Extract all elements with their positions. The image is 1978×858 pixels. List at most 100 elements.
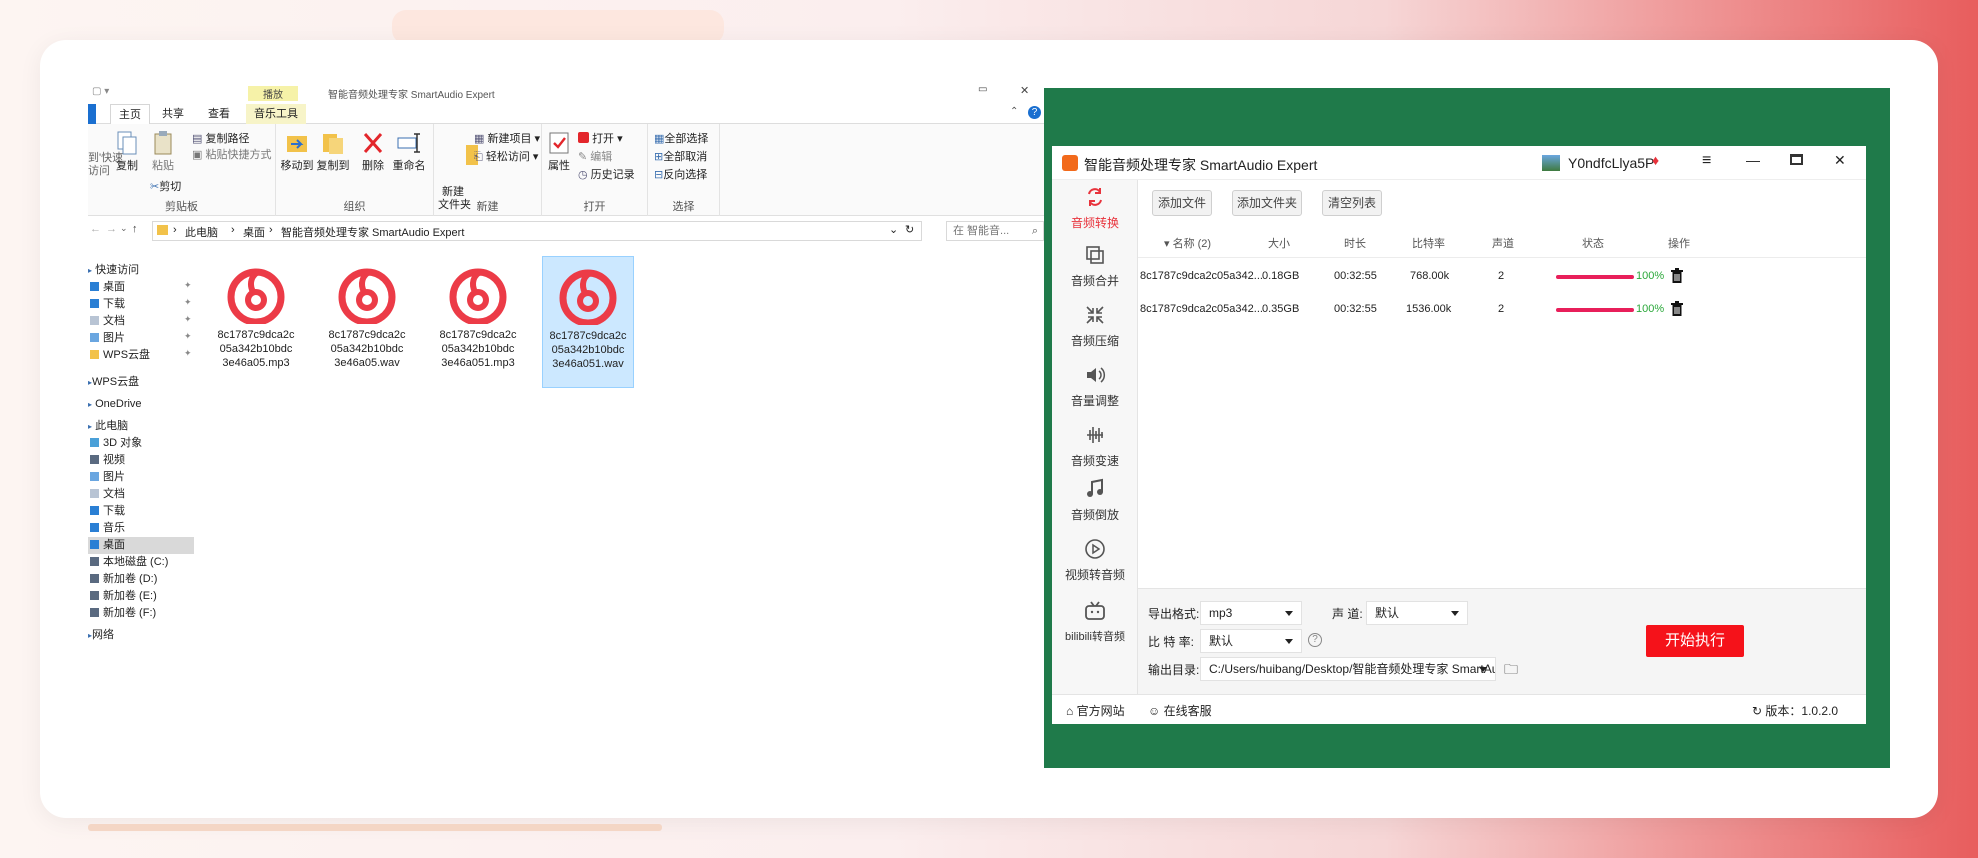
nav-item[interactable]: 图片 xyxy=(88,469,125,486)
search-input[interactable]: 在 智能音... ⌕ xyxy=(946,221,1044,241)
breadcrumb-arrow: › xyxy=(173,224,177,236)
up-arrow-icon[interactable]: ↑ xyxy=(132,223,138,235)
pin-quick-access-button[interactable]: 到'快速 访问 xyxy=(88,152,123,178)
vip-diamond-icon[interactable]: ♦ xyxy=(1652,152,1659,168)
file-item[interactable]: 8c1787c9dca2c 05a342b10bdc 3e46a051.mp3 xyxy=(432,256,524,388)
file-item[interactable]: 8c1787c9dca2c 05a342b10bdc 3e46a05.wav xyxy=(321,256,413,388)
bitrate-select[interactable]: 默认 xyxy=(1200,629,1302,653)
file-item[interactable]: 8c1787c9dca2c 05a342b10bdc 3e46a05.mp3 xyxy=(210,256,302,388)
format-select[interactable]: mp3 xyxy=(1200,601,1302,625)
chevron-down-icon[interactable]: ⌄ xyxy=(889,223,898,236)
paste-shortcut-button[interactable]: ▣ 粘贴快捷方式 xyxy=(192,146,271,162)
sidebar-item-volume[interactable]: 音量调整 xyxy=(1052,364,1138,409)
breadcrumb-item-folder[interactable]: 智能音频处理专家 SmartAudio Expert xyxy=(281,224,464,240)
column-header-name[interactable]: ▾ 名称 (2) xyxy=(1164,235,1211,251)
select-none-button[interactable]: ⊞全部取消 xyxy=(654,148,707,164)
website-link[interactable]: ⌂ 官方网站 xyxy=(1066,702,1125,719)
cut-button[interactable]: ✂剪切 xyxy=(150,178,181,194)
output-dir-select[interactable]: C:/Users/huibang/Desktop/智能音频处理专家 SmartA… xyxy=(1200,657,1496,681)
nav-item[interactable]: 3D 对象 xyxy=(88,435,142,452)
sidebar-item-reverse[interactable]: 音频倒放 xyxy=(1052,478,1138,523)
close-icon[interactable]: ✕ xyxy=(1834,152,1846,169)
tab-share[interactable]: 共享 xyxy=(154,104,192,124)
minimize-icon[interactable]: — xyxy=(1746,152,1760,168)
new-item-button[interactable]: ▦ 新建项目 ▾ xyxy=(474,130,540,146)
properties-button[interactable]: 属性 xyxy=(544,130,574,173)
nav-item[interactable]: 桌面 xyxy=(88,279,125,296)
start-button[interactable]: 开始执行 xyxy=(1646,625,1744,657)
add-folder-button[interactable]: 添加文件夹 xyxy=(1232,190,1302,216)
select-all-button[interactable]: ▦全部选择 xyxy=(654,130,708,146)
netease-music-icon xyxy=(559,269,617,327)
nav-item-selected[interactable]: 桌面 xyxy=(88,537,194,554)
quick-access-toolbar[interactable]: ▢ ▾ xyxy=(92,86,109,97)
maximize-icon[interactable]: ▭ xyxy=(978,86,987,95)
file-item-selected[interactable]: 8c1787c9dca2c 05a342b10bdc 3e46a051.wav xyxy=(542,256,634,388)
easy-access-button[interactable]: ⎗ 轻松访问 ▾ xyxy=(474,148,538,164)
copy-path-button[interactable]: ▤ 复制路径 xyxy=(192,130,249,146)
nav-item[interactable]: 视频 xyxy=(88,452,125,469)
recent-chevron-icon[interactable]: ⌄ xyxy=(120,223,128,234)
history-button[interactable]: ◷ 历史记录 xyxy=(578,166,635,182)
username[interactable]: Y0ndfcLlya5P xyxy=(1568,155,1654,171)
nav-item[interactable]: 下载 xyxy=(88,296,125,313)
sidebar-item-bilibili[interactable]: bilibili转音频 xyxy=(1052,600,1138,644)
sidebar-item-speed[interactable]: 音频变速 xyxy=(1052,424,1138,469)
open-folder-icon[interactable]: 🗀 xyxy=(1504,659,1518,683)
trash-icon[interactable] xyxy=(1670,301,1684,317)
nav-item[interactable]: WPS云盘 xyxy=(88,347,150,364)
nav-item[interactable]: 本地磁盘 (C:) xyxy=(88,554,168,571)
nav-item[interactable]: 文档 xyxy=(88,486,125,503)
table-row[interactable]: 8c1787c9dca2c05a342... 0.35GB 00:32:55 1… xyxy=(1138,293,1866,327)
sidebar-item-video-to-audio[interactable]: 视频转音频 xyxy=(1052,538,1138,583)
avatar[interactable] xyxy=(1542,155,1560,171)
menu-icon[interactable]: ≡ xyxy=(1702,152,1711,170)
breadcrumb-item-desktop[interactable]: 桌面 xyxy=(243,224,265,240)
nav-item[interactable]: 下载 xyxy=(88,503,125,520)
copy-button[interactable]: 复制 xyxy=(112,130,142,173)
nav-item[interactable]: ▸ 此电脑 xyxy=(88,418,128,435)
nav-item[interactable]: 文档 xyxy=(88,313,125,330)
invert-selection-button[interactable]: ⊟反向选择 xyxy=(654,166,707,182)
sidebar-item-audio-convert[interactable]: 音频转换 xyxy=(1052,186,1138,231)
refresh-icon[interactable]: ↻ xyxy=(905,223,914,236)
tab-home[interactable]: 主页 xyxy=(110,104,150,124)
nav-item[interactable]: 新加卷 (F:) xyxy=(88,605,156,622)
breadcrumb[interactable]: › 此电脑 › 桌面 › 智能音频处理专家 SmartAudio Expert … xyxy=(152,221,922,241)
channel-select[interactable]: 默认 xyxy=(1366,601,1468,625)
nav-item[interactable]: ▸WPS云盘 xyxy=(88,374,139,391)
forward-arrow-icon[interactable]: → xyxy=(106,223,117,235)
nav-item[interactable]: ▸网络 xyxy=(88,627,114,644)
clear-list-button[interactable]: 清空列表 xyxy=(1322,190,1382,216)
add-file-button[interactable]: 添加文件 xyxy=(1152,190,1212,216)
rename-button[interactable]: 重命名 xyxy=(390,130,428,173)
file-tab[interactable] xyxy=(88,104,96,124)
move-to-button[interactable]: 移动到 xyxy=(280,130,314,173)
sidebar-item-audio-compress[interactable]: 音频压缩 xyxy=(1052,304,1138,349)
help-icon[interactable]: ? xyxy=(1308,633,1322,647)
maximize-icon[interactable] xyxy=(1790,154,1803,165)
help-icon[interactable]: ? xyxy=(1028,106,1041,119)
sidebar-item-audio-merge[interactable]: 音频合并 xyxy=(1052,244,1138,289)
nav-item[interactable]: 新加卷 (D:) xyxy=(88,571,157,588)
edit-button[interactable]: ✎ 编辑 xyxy=(578,148,612,164)
chevron-up-icon[interactable]: ⌃ xyxy=(1010,106,1018,117)
nav-item[interactable]: 新加卷 (E:) xyxy=(88,588,157,605)
table-row[interactable]: 8c1787c9dca2c05a342... 0.18GB 00:32:55 7… xyxy=(1138,260,1866,294)
copy-to-button[interactable]: 复制到 xyxy=(316,130,350,173)
delete-button[interactable]: 删除 xyxy=(358,130,388,173)
trash-icon[interactable] xyxy=(1670,268,1684,284)
close-icon[interactable]: ✕ xyxy=(1020,86,1029,97)
nav-item[interactable]: 音乐 xyxy=(88,520,125,537)
back-arrow-icon[interactable]: ← xyxy=(90,223,101,235)
nav-quick-access[interactable]: ▸ 快速访问 xyxy=(88,262,139,279)
tab-music-tools[interactable]: 音乐工具 xyxy=(246,104,306,124)
support-link[interactable]: ☺ 在线客服 xyxy=(1148,702,1212,719)
paste-button[interactable]: 粘贴 xyxy=(148,130,178,173)
file-bitrate: 768.00k xyxy=(1410,270,1450,282)
nav-item[interactable]: ▸ OneDrive xyxy=(88,396,142,413)
open-button[interactable]: 打开 ▾ xyxy=(578,130,623,146)
breadcrumb-item-pc[interactable]: 此电脑 xyxy=(185,224,218,240)
tab-view[interactable]: 查看 xyxy=(200,104,238,124)
nav-item[interactable]: 图片 xyxy=(88,330,125,347)
